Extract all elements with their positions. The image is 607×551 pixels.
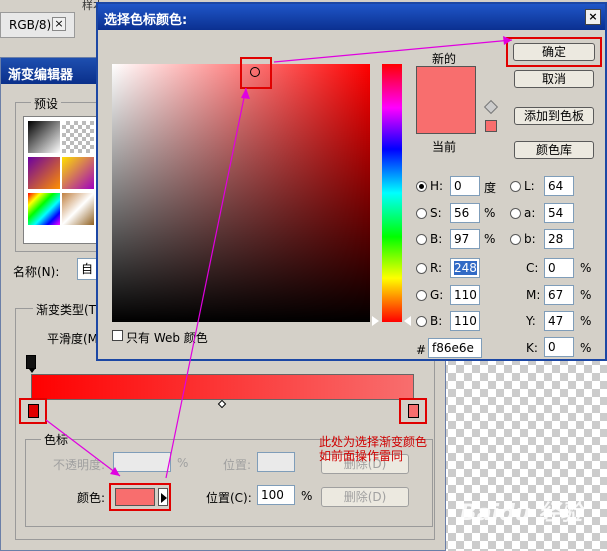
arrow-to-ok-button (273, 39, 513, 63)
annotation-arrows (45, 36, 513, 479)
arrow-head-swatch (110, 467, 120, 476)
arrow-head-field (241, 88, 250, 99)
arrow-to-color-field (165, 87, 247, 479)
arrow-to-color-swatch (45, 419, 121, 477)
arrow-head-ok (503, 36, 512, 45)
